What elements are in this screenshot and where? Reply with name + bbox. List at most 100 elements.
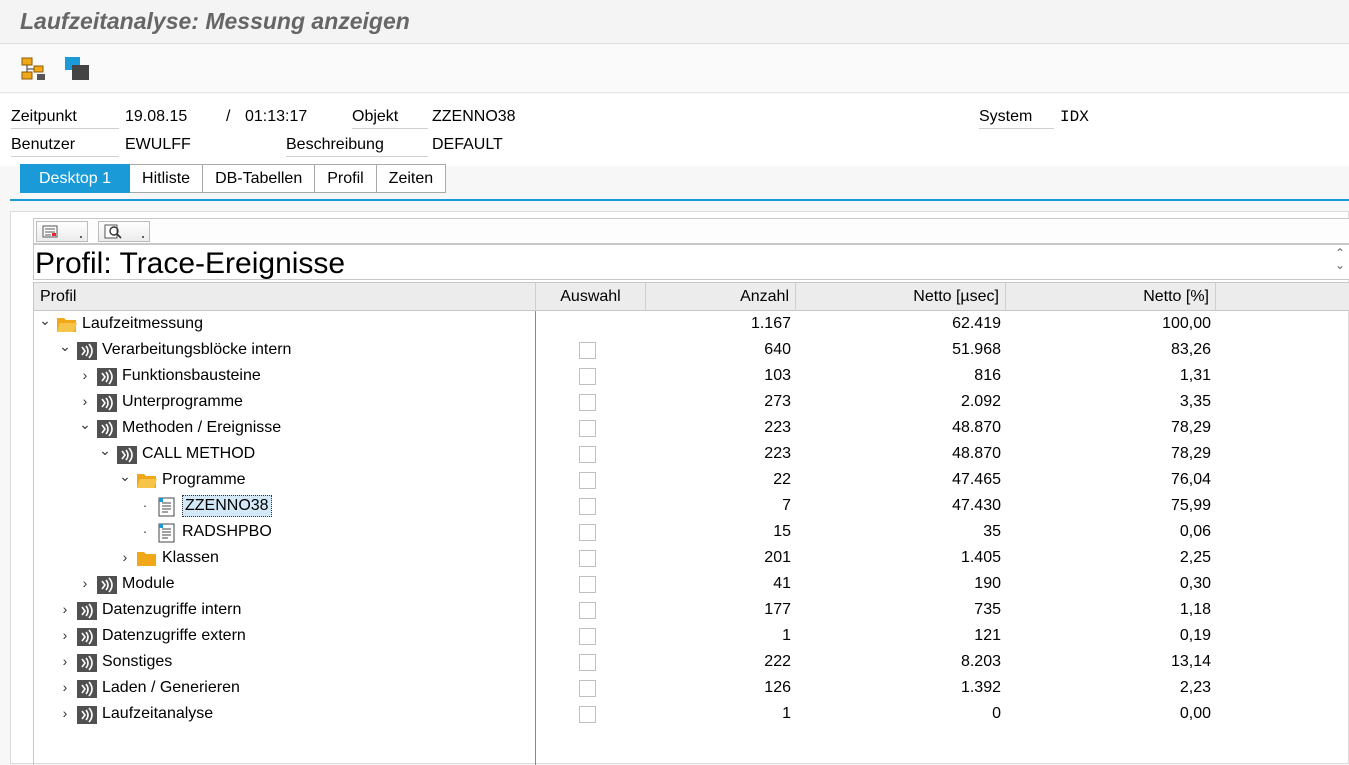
spinner-icon[interactable]: ⌃ ⌄ xyxy=(1332,247,1348,277)
tree-leaf-marker: · xyxy=(142,523,148,539)
component-icon xyxy=(96,367,117,386)
table-row[interactable]: › Sonstiges 222 8.203 13,14 xyxy=(34,649,1349,675)
auswahl-checkbox[interactable] xyxy=(579,706,596,723)
column-header-anzahl[interactable]: Anzahl xyxy=(646,283,796,311)
objekt-label: Objekt xyxy=(352,108,428,129)
table-row[interactable]: ⌄ Verarbeitungsblöcke intern 640 51.968 83,2… xyxy=(34,337,1349,363)
auswahl-checkbox[interactable] xyxy=(579,420,596,437)
table-row[interactable]: ⌄ CALL METHOD 223 48.870 78,29 xyxy=(34,441,1349,467)
chevron-right-icon[interactable]: › xyxy=(78,389,92,415)
folder-open-icon xyxy=(56,315,77,333)
tree-node-label[interactable]: ZZENNO38 xyxy=(182,495,272,517)
cell-anzahl: 223 xyxy=(764,419,791,436)
table-row[interactable]: ⌄ Programme 22 47.465 76,04 xyxy=(34,467,1349,493)
component-icon xyxy=(76,653,97,672)
cell-netto-usec: 816 xyxy=(974,367,1001,384)
auswahl-checkbox[interactable] xyxy=(579,472,596,489)
desktop-panel: Profil: Trace-Ereignisse ⌃ ⌄ Profil Auswa… xyxy=(10,211,1349,765)
column-header-auswahl[interactable]: Auswahl xyxy=(536,283,646,311)
chevron-right-icon[interactable]: › xyxy=(58,701,72,727)
table-row[interactable]: › Klassen 201 1.405 2,25 xyxy=(34,545,1349,571)
cell-netto-pct: 2,25 xyxy=(1179,549,1211,566)
chevron-down-icon[interactable]: ⌄ xyxy=(58,337,72,363)
auswahl-checkbox[interactable] xyxy=(579,602,596,619)
tree-node-label[interactable]: Laden / Generieren xyxy=(102,675,240,701)
column-header-profil[interactable]: Profil xyxy=(34,283,536,311)
auswahl-checkbox[interactable] xyxy=(579,368,596,385)
table-row[interactable]: › Unterprogramme 273 2.092 3,35 xyxy=(34,389,1349,415)
layout-menu-icon[interactable] xyxy=(36,221,88,242)
auswahl-checkbox[interactable] xyxy=(579,680,596,697)
chevron-down-icon[interactable]: ⌄ xyxy=(78,415,92,441)
tree-node-label[interactable]: Programme xyxy=(162,467,246,493)
chevron-right-icon[interactable]: › xyxy=(58,623,72,649)
hierarchy-icon[interactable] xyxy=(18,54,48,84)
auswahl-checkbox[interactable] xyxy=(579,654,596,671)
column-header-netto-pct[interactable]: Netto [%] xyxy=(1006,283,1216,311)
tree-node-label[interactable]: Klassen xyxy=(162,545,219,571)
cell-anzahl: 201 xyxy=(764,549,791,566)
cell-anzahl: 41 xyxy=(773,575,791,592)
cell-anzahl: 640 xyxy=(764,341,791,358)
table-row[interactable]: › Laufzeitanalyse 1 0 0,00 xyxy=(34,701,1349,727)
tree-node-label[interactable]: Datenzugriffe extern xyxy=(102,623,246,649)
windows-icon[interactable] xyxy=(62,54,92,84)
table-row[interactable]: › Laden / Generieren 126 1.392 2,23 xyxy=(34,675,1349,701)
table-row[interactable]: › Module 41 190 0,30 xyxy=(34,571,1349,597)
chevron-down-icon[interactable]: ⌄ xyxy=(118,467,132,493)
chevron-right-icon[interactable]: › xyxy=(118,545,132,571)
cell-netto-pct: 1,18 xyxy=(1179,601,1211,618)
cell-anzahl: 177 xyxy=(764,601,791,618)
auswahl-checkbox[interactable] xyxy=(579,394,596,411)
cell-anzahl: 223 xyxy=(764,445,791,462)
zeitpunkt-separator: / xyxy=(226,108,231,125)
tree-node-label[interactable]: Datenzugriffe intern xyxy=(102,597,241,623)
tree-node-label[interactable]: CALL METHOD xyxy=(142,441,255,467)
cell-netto-usec: 48.870 xyxy=(952,419,1001,436)
tree-node-label[interactable]: Funktionsbausteine xyxy=(122,363,261,389)
tree-node-label[interactable]: Laufzeitmessung xyxy=(82,311,203,337)
tab-profil[interactable]: Profil xyxy=(315,164,377,193)
tree-node-label[interactable]: Module xyxy=(122,571,174,597)
cell-netto-pct: 0,19 xyxy=(1179,627,1211,644)
tree-node-label[interactable]: Verarbeitungsblöcke intern xyxy=(102,337,291,363)
table-row[interactable]: › Datenzugriffe intern 177 735 1,18 xyxy=(34,597,1349,623)
cell-anzahl: 1.167 xyxy=(750,315,791,332)
table-row[interactable]: › Funktionsbausteine 103 816 1,31 xyxy=(34,363,1349,389)
auswahl-checkbox[interactable] xyxy=(579,576,596,593)
tree-node-label[interactable]: Methoden / Ereignisse xyxy=(122,415,281,441)
table-row[interactable]: · RADSHPBO 15 35 0,06 xyxy=(34,519,1349,545)
auswahl-checkbox[interactable] xyxy=(579,342,596,359)
table-row[interactable]: ⌄ Methoden / Ereignisse 223 48.870 78,29 xyxy=(34,415,1349,441)
cell-netto-usec: 62.419 xyxy=(952,315,1001,332)
chevron-down-icon[interactable]: ⌄ xyxy=(38,311,52,337)
auswahl-checkbox[interactable] xyxy=(579,498,596,515)
auswahl-checkbox[interactable] xyxy=(579,524,596,541)
table-row[interactable]: ⌄ Laufzeitmessung 1.167 62.419 100,00 xyxy=(34,311,1349,337)
tab-db-tabellen[interactable]: DB-Tabellen xyxy=(203,164,316,193)
auswahl-checkbox[interactable] xyxy=(579,550,596,567)
component-icon xyxy=(76,627,97,646)
tab-hitliste[interactable]: Hitliste xyxy=(130,164,204,193)
tree-node-label[interactable]: RADSHPBO xyxy=(182,519,272,545)
chevron-right-icon[interactable]: › xyxy=(78,571,92,597)
column-header-netto-usec[interactable]: Netto [µsec] xyxy=(796,283,1006,311)
chevron-right-icon[interactable]: › xyxy=(58,597,72,623)
chevron-right-icon[interactable]: › xyxy=(58,649,72,675)
tree-node-label[interactable]: Unterprogramme xyxy=(122,389,243,415)
table-row[interactable]: › Datenzugriffe extern 1 121 0,19 xyxy=(34,623,1349,649)
tree-node-label[interactable]: Sonstiges xyxy=(102,649,172,675)
beschreibung-value: DEFAULT xyxy=(432,136,503,153)
tree-node-label[interactable]: Laufzeitanalyse xyxy=(102,701,213,727)
cell-anzahl: 222 xyxy=(764,653,791,670)
find-icon[interactable] xyxy=(98,221,150,242)
tab-zeiten[interactable]: Zeiten xyxy=(376,164,447,193)
chevron-right-icon[interactable]: › xyxy=(58,675,72,701)
application-toolbar xyxy=(0,45,1349,93)
chevron-down-icon[interactable]: ⌄ xyxy=(98,441,112,467)
auswahl-checkbox[interactable] xyxy=(579,628,596,645)
table-row[interactable]: · ZZENNO38 7 47.430 75,99 xyxy=(34,493,1349,519)
chevron-right-icon[interactable]: › xyxy=(78,363,92,389)
auswahl-checkbox[interactable] xyxy=(579,446,596,463)
tab-desktop-1[interactable]: Desktop 1 xyxy=(20,164,131,193)
